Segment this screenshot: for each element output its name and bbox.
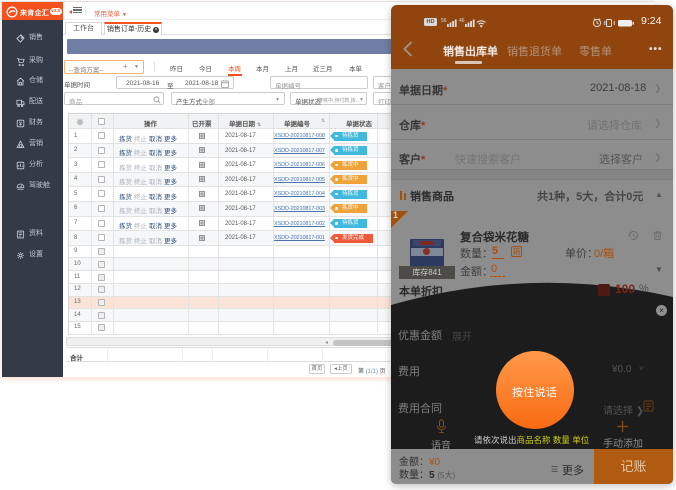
svg-text:46: 46 <box>459 18 465 24</box>
svg-text:56: 56 <box>441 18 447 24</box>
